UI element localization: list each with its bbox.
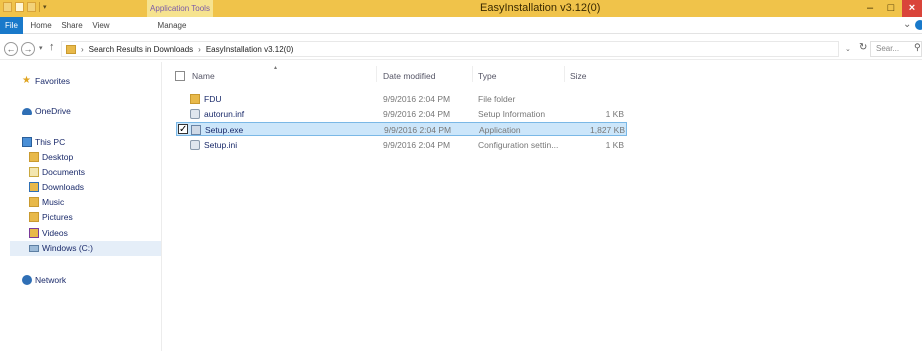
- chevron-right-icon[interactable]: ›: [81, 45, 84, 54]
- videos-folder-icon: [29, 228, 39, 238]
- ribbon-tabs: File Home Share View Manage ⌄: [0, 17, 922, 34]
- sort-ascending-icon: ▴: [274, 65, 278, 71]
- file-type: Setup Information: [478, 109, 546, 119]
- breadcrumb-search-results[interactable]: Search Results in Downloads: [89, 45, 194, 54]
- folder-icon[interactable]: [3, 2, 12, 12]
- tab-share[interactable]: Share: [58, 17, 86, 34]
- file-row[interactable]: Setup.ini 9/9/2016 2:04 PM Configuration…: [176, 138, 627, 152]
- up-arrow-icon[interactable]: ↑: [49, 41, 55, 53]
- file-date-modified: 9/9/2016 2:04 PM: [384, 125, 452, 135]
- settings-file-icon: [190, 109, 200, 119]
- nav-item-network[interactable]: Network: [22, 273, 66, 287]
- row-checkbox-checked[interactable]: ✓: [178, 124, 188, 135]
- documents-folder-icon: [29, 167, 39, 177]
- search-icon[interactable]: ⚲: [914, 42, 921, 53]
- quick-access-toolbar: ▾: [3, 2, 47, 12]
- nav-item-downloads[interactable]: Downloads: [29, 180, 84, 194]
- nav-item-videos[interactable]: Videos: [29, 226, 68, 240]
- refresh-icon[interactable]: ↻: [859, 42, 867, 53]
- file-type: Configuration settin...: [478, 140, 559, 150]
- file-name: FDU: [204, 94, 222, 104]
- pictures-folder-icon: [29, 212, 39, 222]
- tab-home[interactable]: Home: [26, 17, 56, 34]
- maximize-button[interactable]: □: [881, 0, 901, 17]
- file-row[interactable]: FDU 9/9/2016 2:04 PM File folder: [176, 92, 627, 106]
- nav-item-windows-drive[interactable]: Windows (C:): [29, 241, 93, 255]
- nav-item-this-pc[interactable]: This PC: [22, 135, 65, 149]
- column-header-date-modified[interactable]: Date modified: [383, 71, 435, 81]
- star-icon: ★: [22, 75, 31, 86]
- music-folder-icon: [29, 197, 39, 207]
- tab-view[interactable]: View: [88, 17, 114, 34]
- back-button[interactable]: ←: [4, 42, 18, 56]
- folder-icon: [66, 44, 76, 54]
- computer-icon: [22, 137, 32, 147]
- file-size: 1 KB: [605, 140, 624, 150]
- minimize-button[interactable]: –: [860, 0, 880, 17]
- network-icon: [22, 275, 32, 285]
- nav-item-music[interactable]: Music: [29, 195, 64, 209]
- file-date-modified: 9/9/2016 2:04 PM: [383, 140, 451, 150]
- nav-item-documents[interactable]: Documents: [29, 165, 85, 179]
- downloads-folder-icon: [29, 182, 39, 192]
- address-row: ← → ▾ ↑ › Search Results in Downloads › …: [0, 36, 922, 60]
- file-row[interactable]: autorun.inf 9/9/2016 2:04 PM Setup Infor…: [176, 107, 627, 121]
- chevron-right-icon[interactable]: ›: [198, 45, 201, 54]
- cloud-icon: [22, 107, 32, 115]
- address-dropdown-icon[interactable]: ⌄: [845, 45, 851, 53]
- column-header-size[interactable]: Size: [570, 71, 587, 81]
- breadcrumb-current-folder[interactable]: EasyInstallation v3.12(0): [206, 45, 294, 54]
- file-date-modified: 9/9/2016 2:04 PM: [383, 94, 451, 104]
- forward-button[interactable]: →: [21, 42, 35, 56]
- file-name: Setup.ini: [204, 140, 238, 150]
- column-divider[interactable]: [472, 66, 473, 82]
- title-bar: ▾ Application Tools EasyInstallation v3.…: [0, 0, 922, 17]
- column-header-name[interactable]: Name: [192, 71, 215, 81]
- file-date-modified: 9/9/2016 2:04 PM: [383, 109, 451, 119]
- recent-locations-icon[interactable]: ▾: [39, 44, 43, 52]
- column-header-type[interactable]: Type: [478, 71, 496, 81]
- properties-icon[interactable]: [15, 2, 24, 12]
- navigation-pane: ★ Favorites OneDrive This PC Desktop Doc…: [0, 62, 162, 351]
- close-button[interactable]: ×: [902, 0, 922, 17]
- nav-item-favorites[interactable]: ★ Favorites: [22, 74, 70, 88]
- toolbar-divider: [39, 2, 40, 12]
- settings-file-icon: [190, 140, 200, 150]
- context-tab-application-tools: Application Tools: [147, 0, 213, 17]
- column-divider[interactable]: [564, 66, 565, 82]
- expand-ribbon-icon[interactable]: ⌄: [903, 19, 911, 30]
- application-icon: [191, 125, 201, 135]
- desktop-folder-icon: [29, 152, 39, 162]
- file-type: Application: [479, 125, 521, 135]
- tab-manage[interactable]: Manage: [152, 17, 192, 34]
- window-title: EasyInstallation v3.12(0): [480, 2, 601, 14]
- folder-icon: [190, 94, 200, 104]
- file-size: 1,827 KB: [590, 125, 625, 135]
- new-folder-icon[interactable]: [27, 2, 36, 12]
- help-icon[interactable]: [915, 20, 922, 30]
- file-type: File folder: [478, 94, 516, 104]
- file-row-selected[interactable]: ✓ Setup.exe 9/9/2016 2:04 PM Application…: [176, 122, 627, 136]
- customize-toolbar-icon[interactable]: ▾: [43, 3, 47, 11]
- nav-item-desktop[interactable]: Desktop: [29, 150, 73, 164]
- nav-item-pictures[interactable]: Pictures: [29, 210, 73, 224]
- file-name: autorun.inf: [204, 109, 245, 119]
- column-divider[interactable]: [376, 66, 377, 82]
- drive-icon: [29, 244, 39, 252]
- file-name: Setup.exe: [205, 125, 244, 135]
- file-size: 1 KB: [605, 109, 624, 119]
- tab-file[interactable]: File: [0, 17, 23, 34]
- address-bar[interactable]: › Search Results in Downloads › EasyInst…: [61, 41, 839, 57]
- select-all-checkbox[interactable]: [175, 71, 185, 81]
- nav-item-onedrive[interactable]: OneDrive: [22, 104, 71, 118]
